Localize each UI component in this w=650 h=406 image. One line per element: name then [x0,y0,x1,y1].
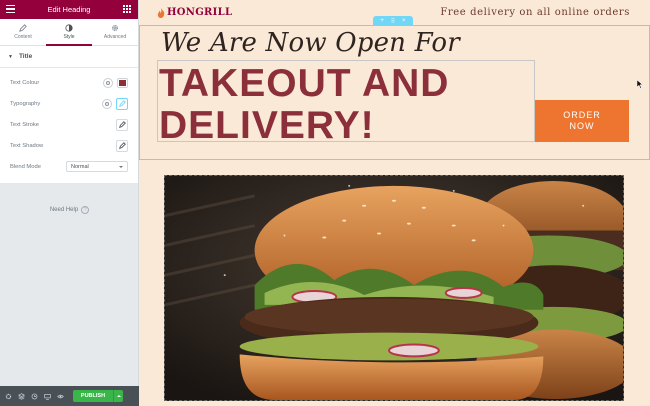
navigator-icon[interactable] [17,392,25,400]
order-now-button[interactable]: ORDER NOW [535,100,629,142]
typography-label: Typography [10,100,41,107]
colour-swatch-fill [119,79,126,86]
panel-tabs: Content Style Advanced [0,19,138,46]
tab-content[interactable]: Content [0,19,46,45]
preview-canvas: HONGRILL Free delivery on all online ord… [139,0,650,406]
gear-icon [112,25,118,31]
text-stroke-control: Text Stroke [0,114,138,135]
tab-content-label: Content [14,34,32,40]
delivery-notice: Free delivery on all online orders [440,7,630,18]
settings-icon[interactable] [4,392,12,400]
section-title: Title [18,53,33,60]
colour-swatch[interactable] [117,77,128,88]
text-stroke-edit-button[interactable] [116,118,128,131]
pencil-icon [118,100,126,107]
hamburger-menu-icon[interactable] [6,5,15,13]
order-now-line-2: NOW [569,121,595,131]
preview-eye-icon[interactable] [56,392,64,400]
text-stroke-label: Text Stroke [10,121,39,128]
section-handle[interactable]: + ⠿ × [373,16,413,26]
flame-icon [157,7,165,18]
help-question-icon: ? [81,206,90,214]
mouse-cursor-icon [637,80,643,89]
pencil-icon [118,142,126,149]
tab-advanced[interactable]: Advanced [92,19,138,45]
caret-down-icon: ▼ [8,53,13,60]
text-colour-control: Text Colour [0,72,138,93]
blend-mode-control: Blend Mode Normal [0,156,138,177]
panel-header: Edit Heading [0,0,138,19]
main-heading[interactable]: TAKEOUT AND DELIVERY! [159,63,539,147]
responsive-mode-icon[interactable] [43,392,51,400]
order-now-line-1: ORDER [563,110,601,120]
tab-style-label: Style [63,34,75,40]
text-shadow-control: Text Shadow [0,135,138,156]
need-help-link[interactable]: Need Help ? [0,206,139,214]
tab-advanced-label: Advanced [103,34,127,40]
add-section-icon[interactable]: + [380,18,384,24]
text-shadow-label: Text Shadow [10,142,44,149]
subheading[interactable]: We Are Now Open For [161,28,460,58]
text-shadow-edit-button[interactable] [116,139,128,152]
typography-control: Typography [0,93,138,114]
burger-photo [165,176,623,400]
main-heading-line-1: TAKEOUT AND [159,62,450,105]
drag-section-icon[interactable]: ⠿ [391,18,395,25]
widgets-grid-icon[interactable] [123,5,131,13]
site-logo[interactable]: HONGRILL [157,7,232,18]
need-help-label: Need Help [49,207,79,213]
close-section-icon[interactable]: × [402,18,406,24]
typography-edit-button[interactable] [116,97,128,110]
text-colour-label: Text Colour [10,79,40,86]
editor-panel: Edit Heading Content Style Advanced ▼ Ti… [0,0,139,406]
tab-style[interactable]: Style [46,19,92,46]
panel-title: Edit Heading [47,5,91,14]
global-colors-icon[interactable] [103,77,113,88]
pencil-icon [118,121,126,128]
section-title-toggle[interactable]: ▼ Title [0,46,138,68]
logo-text: HONGRILL [167,7,233,18]
burger-image[interactable] [164,175,624,401]
blend-mode-select[interactable]: Normal [66,161,128,172]
blend-mode-label: Blend Mode [10,163,41,170]
panel-footer: PUBLISH [0,386,139,406]
half-circle-icon [65,24,73,32]
style-controls: Text Colour Typography Text Stroke Text … [0,68,138,183]
publish-button[interactable]: PUBLISH [73,390,113,402]
global-typography-icon[interactable] [102,98,112,109]
pencil-icon [19,24,27,32]
publish-options-button[interactable] [113,390,123,402]
main-heading-line-2: DELIVERY! [159,104,375,147]
history-icon[interactable] [30,392,38,400]
